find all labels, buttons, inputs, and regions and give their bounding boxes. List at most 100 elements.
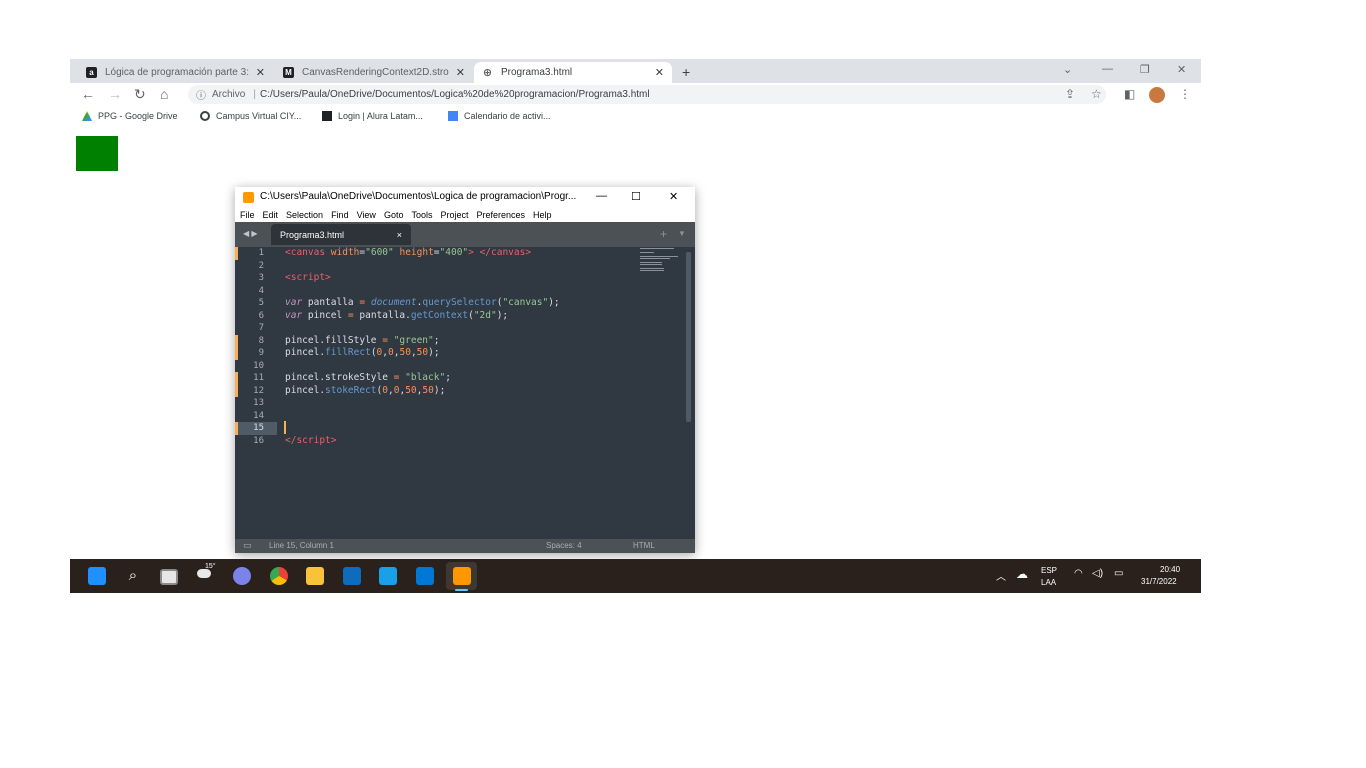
menu-goto[interactable]: Goto — [384, 210, 404, 220]
profile-avatar[interactable] — [1149, 87, 1165, 103]
editor-tab-bar: ◀ ▶ Programa3.html × + ▼ — [235, 222, 695, 247]
share-icon[interactable]: ⇪ — [1065, 87, 1075, 101]
reload-icon[interactable]: ↻ — [134, 86, 146, 102]
new-tab-icon[interactable]: + — [660, 227, 667, 241]
line-number: 14 — [253, 410, 264, 421]
bookmark-item[interactable]: PPG - Google Drive — [82, 111, 178, 121]
sublime-window: C:\Users\Paula\OneDrive\Documentos\Logic… — [235, 187, 695, 553]
indentation-status[interactable]: Spaces: 4 — [546, 541, 582, 550]
widgets-weather-icon[interactable]: 15° — [197, 563, 216, 585]
close-tab-icon[interactable]: × — [397, 230, 402, 240]
code-line: <canvas width="600" height="400"> </canv… — [285, 247, 532, 258]
browser-tab-1[interactable]: a Lógica de programación parte 3: ✕ — [78, 62, 273, 83]
onedrive-cloud-icon[interactable]: ☁ — [1016, 567, 1028, 581]
microsoft-store-icon[interactable] — [343, 567, 361, 585]
separator: | — [253, 89, 256, 100]
home-icon[interactable]: ⌂ — [160, 86, 168, 102]
close-tab-icon[interactable]: ✕ — [256, 66, 265, 79]
menu-preferences[interactable]: Preferences — [476, 210, 525, 220]
forward-icon[interactable]: → — [108, 86, 122, 102]
input-language[interactable]: ESP — [1041, 566, 1057, 575]
menu-icon[interactable]: ⋮ — [1179, 87, 1191, 101]
line-number: 2 — [258, 260, 264, 271]
minimap[interactable] — [640, 247, 680, 275]
clock-date[interactable]: 31/7/2022 — [1141, 577, 1177, 586]
taskbar: ⌕ 15° ︿ ☁ ESP LAA ◠ ◁) ▭ 20:40 31/7/2022 — [70, 559, 1201, 593]
line-number: 15 — [235, 422, 277, 435]
menu-edit[interactable]: Edit — [263, 210, 279, 220]
battery-icon[interactable]: ▭ — [1114, 568, 1123, 579]
close-tab-icon[interactable]: ✕ — [456, 66, 465, 79]
file-explorer-icon[interactable] — [306, 567, 324, 585]
side-panel-icon[interactable]: ◧ — [1124, 87, 1135, 101]
menu-selection[interactable]: Selection — [286, 210, 323, 220]
bookmark-item[interactable]: Campus Virtual CIY... — [200, 111, 301, 121]
bookmark-label: Campus Virtual CIY... — [216, 111, 302, 121]
task-view-icon[interactable] — [160, 569, 178, 585]
browser-tab-2[interactable]: M CanvasRenderingContext2D.stro ✕ — [275, 62, 473, 83]
maximize-icon[interactable]: ☐ — [631, 190, 641, 203]
clock-time[interactable]: 20:40 — [1160, 565, 1180, 574]
minimize-icon[interactable]: — — [1102, 63, 1113, 75]
url-text[interactable]: C:/Users/Paula/OneDrive/Documentos/Logic… — [260, 89, 650, 100]
active-indicator — [455, 589, 468, 591]
close-window-icon[interactable]: ✕ — [1177, 63, 1186, 76]
volume-icon[interactable]: ◁) — [1092, 568, 1103, 579]
tab-search-icon[interactable]: ⌄ — [1063, 63, 1072, 76]
tab-strip: a Lógica de programación parte 3: ✕ M Ca… — [70, 59, 1201, 83]
mail-icon[interactable] — [379, 567, 397, 585]
chevron-up-icon[interactable]: ︿ — [996, 568, 1006, 583]
teams-chat-icon[interactable] — [233, 567, 251, 585]
browser-tab-3[interactable]: ⊕ Programa3.html ✕ — [474, 62, 672, 83]
sublime-title-bar: C:\Users\Paula\OneDrive\Documentos\Logic… — [235, 187, 695, 207]
sublime-logo-icon — [243, 192, 254, 203]
sublime-text-icon[interactable] — [453, 567, 471, 585]
menu-project[interactable]: Project — [440, 210, 468, 220]
panel-toggle-icon[interactable]: ▭ — [243, 540, 252, 551]
globe-icon: ⊕ — [482, 67, 493, 79]
line-number: 9 — [258, 348, 264, 358]
close-window-icon[interactable]: ✕ — [669, 190, 678, 203]
modified-line-marker — [235, 372, 238, 385]
menu-bar: File Edit Selection Find View Goto Tools… — [235, 207, 695, 222]
menu-view[interactable]: View — [357, 210, 376, 220]
window-title: C:\Users\Paula\OneDrive\Documentos\Logic… — [260, 191, 577, 202]
line-number: 3 — [258, 273, 264, 283]
keyboard-layout[interactable]: LAA — [1041, 578, 1056, 587]
line-number: 11 — [253, 373, 264, 383]
calendar-icon — [448, 111, 458, 121]
new-tab-button[interactable]: + — [682, 64, 690, 80]
syntax-status[interactable]: HTML — [633, 541, 655, 550]
restore-icon[interactable]: ❐ — [1140, 63, 1150, 76]
line-number: 16 — [253, 435, 264, 446]
text-caret — [284, 421, 286, 434]
menu-file[interactable]: File — [240, 210, 255, 220]
close-tab-icon[interactable]: ✕ — [655, 66, 664, 79]
bookmark-star-icon[interactable]: ☆ — [1091, 87, 1102, 101]
line-number: 10 — [253, 360, 264, 371]
bookmark-item[interactable]: Login | Alura Latam... — [322, 111, 423, 121]
menu-find[interactable]: Find — [331, 210, 349, 220]
outlook-icon[interactable] — [416, 567, 434, 585]
tab-title: Lógica de programación parte 3: — [105, 67, 249, 78]
code-line: <script> — [285, 272, 331, 283]
info-icon[interactable]: ⓘ — [196, 87, 206, 102]
menu-tools[interactable]: Tools — [411, 210, 432, 220]
editor-scrollbar[interactable] — [686, 252, 691, 422]
bookmark-item[interactable]: Calendario de activi... — [448, 111, 551, 121]
address-bar[interactable]: ⓘ Archivo | C:/Users/Paula/OneDrive/Docu… — [188, 85, 1106, 104]
modified-line-marker — [235, 247, 238, 260]
minimize-icon[interactable]: — — [596, 190, 607, 202]
search-icon[interactable]: ⌕ — [124, 567, 142, 585]
menu-help[interactable]: Help — [533, 210, 552, 220]
editor-tab[interactable]: Programa3.html × — [271, 224, 411, 245]
wifi-icon[interactable]: ◠ — [1074, 568, 1083, 579]
back-icon[interactable]: ← — [81, 86, 95, 102]
tab-dropdown-icon[interactable]: ▼ — [678, 229, 686, 238]
line-number: 12 — [253, 385, 264, 396]
code-editor[interactable]: 1 2 3 4 5 6 7 8 9 10 11 12 13 14 15 16 <canvas width="6… — [235, 247, 695, 539]
windows-start-icon[interactable] — [88, 567, 106, 585]
chrome-icon[interactable] — [270, 567, 288, 585]
tab-nav-arrows-icon[interactable]: ◀ ▶ — [243, 229, 258, 238]
line-number: 1 — [258, 248, 264, 258]
